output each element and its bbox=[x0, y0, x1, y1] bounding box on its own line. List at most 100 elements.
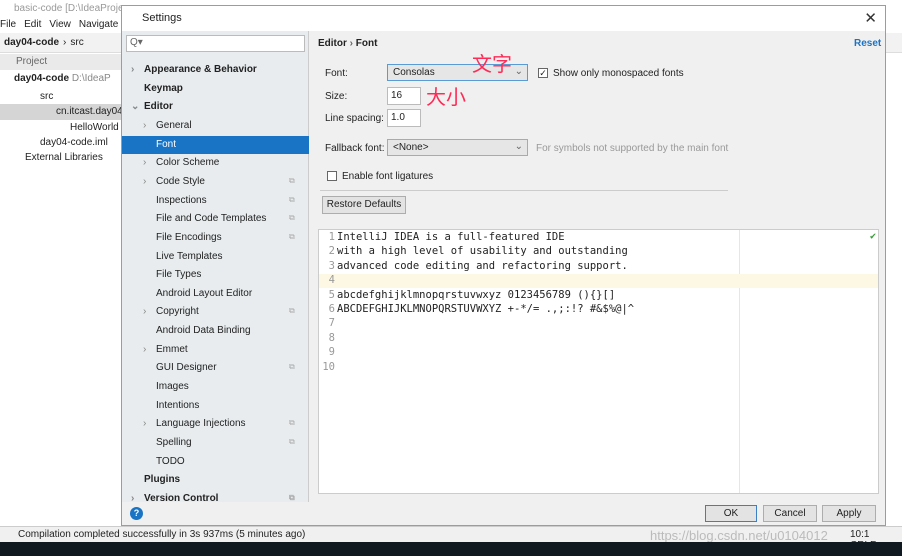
sidebar-item-label: Images bbox=[156, 381, 189, 393]
sidebar-item-editor[interactable]: ⌄ Editor bbox=[122, 98, 309, 116]
sidebar-item-label: Inspections bbox=[156, 194, 207, 206]
sidebar-item-color-scheme[interactable]: › Color Scheme bbox=[122, 154, 309, 172]
sidebar-item-label: File Types bbox=[156, 269, 202, 281]
sidebar-item-inspections[interactable]: Inspections ⧉ bbox=[122, 192, 309, 210]
line-number: 10 bbox=[322, 360, 335, 373]
fallback-select[interactable]: <None> ⌄ bbox=[387, 139, 528, 156]
sidebar-item-todo[interactable]: TODO bbox=[122, 453, 309, 471]
size-label: Size: bbox=[325, 91, 348, 102]
project-scope-icon: ⧉ bbox=[289, 362, 295, 372]
sidebar-item-label: Copyright bbox=[156, 306, 199, 318]
help-icon[interactable]: ? bbox=[130, 507, 143, 520]
chevron-right-icon[interactable]: › bbox=[143, 157, 146, 168]
sidebar-item-gui-designer[interactable]: GUI Designer ⧉ bbox=[122, 359, 309, 377]
fallback-hint: For symbols not supported by the main fo… bbox=[536, 143, 729, 154]
line-spacing-input[interactable]: 1.0 bbox=[387, 109, 421, 127]
preview-text: with a high level of usability and outst… bbox=[337, 245, 628, 258]
tree-item[interactable]: cn.itcast.day04. bbox=[0, 104, 125, 120]
sidebar-item-live-templates[interactable]: Live Templates bbox=[122, 248, 309, 266]
sidebar-item-label: Android Layout Editor bbox=[156, 287, 253, 299]
size-input[interactable]: 16 bbox=[387, 87, 421, 105]
menu-view[interactable]: View bbox=[49, 19, 71, 33]
chevron-down-icon: ⌄ bbox=[514, 66, 523, 77]
project-panel-header[interactable]: Project bbox=[0, 54, 121, 70]
preview-line: 2 with a high level of usability and outs… bbox=[319, 245, 878, 259]
preview-line: 6 ABCDEFGHIJKLMNOPQRSTUVWXYZ +-*/= .,;:!?… bbox=[319, 303, 878, 317]
chevron-right-icon[interactable]: › bbox=[131, 493, 134, 504]
sidebar-item-label: File Encodings bbox=[156, 231, 222, 243]
sidebar-item-font[interactable]: Font bbox=[122, 135, 309, 154]
chevron-right-icon[interactable]: › bbox=[143, 418, 146, 429]
crumb-src[interactable]: src bbox=[70, 37, 83, 52]
sidebar-item-label: Color Scheme bbox=[156, 157, 220, 169]
font-settings-panel: Editor › Font Reset Font: Consolas ⌄ ✓ Sh… bbox=[310, 31, 886, 502]
settings-dialog: Settings ✕ Q▾ › Appearance & Behavior Keym… bbox=[121, 5, 886, 526]
chevron-down-icon[interactable]: ⌄ bbox=[131, 101, 139, 112]
sidebar-item-file-encodings[interactable]: File Encodings ⧉ bbox=[122, 229, 309, 247]
search-input[interactable]: Q▾ bbox=[126, 35, 305, 52]
sidebar-item-android-data-binding[interactable]: Android Data Binding bbox=[122, 322, 309, 340]
preview-line: 8 bbox=[319, 332, 878, 346]
sidebar-item-label: Intentions bbox=[156, 399, 200, 411]
project-scope-icon: ⧉ bbox=[289, 437, 295, 446]
sidebar-item-appearance-behavior[interactable]: › Appearance & Behavior bbox=[122, 61, 309, 79]
sidebar-item-label: General bbox=[156, 119, 192, 131]
tree-item[interactable]: HelloWorld bbox=[70, 122, 119, 133]
line-number: 8 bbox=[328, 331, 335, 344]
close-icon[interactable]: ✕ bbox=[864, 9, 877, 27]
watermark: https://blog.csdn.net/u0104012 bbox=[650, 528, 828, 543]
preview-text: abcdefghijklmnopqrstuvwxyz 0123456789 ()… bbox=[337, 288, 616, 301]
sidebar-item-emmet[interactable]: › Emmet bbox=[122, 341, 309, 359]
sidebar-item-copyright[interactable]: › Copyright ⧉ bbox=[122, 303, 309, 321]
taskbar bbox=[0, 542, 902, 556]
sidebar-item-general[interactable]: › General bbox=[122, 117, 309, 135]
preview-line: 3 advanced code editing and refactoring s… bbox=[319, 260, 878, 274]
sidebar-item-language-injections[interactable]: › Language Injections ⧉ bbox=[122, 415, 309, 433]
sidebar-item-plugins[interactable]: Plugins bbox=[122, 471, 309, 489]
chevron-right-icon[interactable]: › bbox=[143, 344, 146, 355]
sidebar-item-file-types[interactable]: File Types bbox=[122, 266, 309, 284]
sidebar-item-intentions[interactable]: Intentions bbox=[122, 397, 309, 415]
sidebar-item-images[interactable]: Images bbox=[122, 378, 309, 396]
line-spacing-label: Line spacing: bbox=[325, 113, 384, 124]
chevron-right-icon[interactable]: › bbox=[131, 64, 134, 75]
chevron-right-icon[interactable]: › bbox=[143, 120, 146, 131]
sidebar-item-code-style[interactable]: › Code Style ⧉ bbox=[122, 173, 309, 191]
crumb-project[interactable]: day04-code bbox=[4, 37, 59, 52]
sidebar-item-spelling[interactable]: Spelling ⧉ bbox=[122, 434, 309, 452]
tree-item[interactable]: day04-code.iml bbox=[40, 137, 108, 148]
sidebar-item-label: Live Templates bbox=[156, 250, 223, 262]
sidebar-item-label: Version Control bbox=[144, 492, 219, 504]
font-preview-editor[interactable]: ✔ 1 IntelliJ IDEA is a full-featured IDE 2… bbox=[318, 229, 879, 494]
sidebar-item-keymap[interactable]: Keymap bbox=[122, 80, 309, 98]
sidebar-item-version-control[interactable]: › Version Control ⧉ bbox=[122, 490, 309, 508]
chevron-down-icon: ⌄ bbox=[514, 141, 523, 152]
ligatures-checkbox[interactable] bbox=[327, 171, 337, 181]
project-scope-icon: ⧉ bbox=[289, 492, 295, 502]
preview-line: 9 bbox=[319, 346, 878, 360]
apply-button[interactable]: Apply bbox=[822, 505, 876, 522]
chevron-right-icon[interactable]: › bbox=[143, 306, 146, 317]
sidebar-item-label: TODO bbox=[156, 455, 185, 467]
monospace-label: Show only monospaced fonts bbox=[553, 68, 684, 79]
tree-item[interactable]: src bbox=[40, 91, 53, 102]
cancel-button[interactable]: Cancel bbox=[763, 505, 817, 522]
line-number: 5 bbox=[328, 288, 335, 301]
sidebar-item-android-layout-editor[interactable]: Android Layout Editor bbox=[122, 285, 309, 303]
line-number: 2 bbox=[328, 245, 335, 258]
tree-item[interactable]: External Libraries bbox=[25, 152, 103, 163]
tree-item[interactable]: day04-code D:\IdeaP bbox=[14, 73, 111, 84]
ok-button[interactable]: OK bbox=[705, 505, 757, 522]
line-number: 6 bbox=[328, 303, 335, 315]
monospace-checkbox[interactable]: ✓ bbox=[538, 68, 548, 78]
menu-edit[interactable]: Edit bbox=[24, 19, 41, 33]
settings-sidebar: Q▾ › Appearance & Behavior Keymap ⌄ Editor › G… bbox=[122, 31, 309, 504]
chevron-right-icon[interactable]: › bbox=[143, 176, 146, 187]
menu-file[interactable]: File bbox=[0, 19, 16, 33]
sidebar-item-label: File and Code Templates bbox=[156, 213, 267, 225]
dialog-title: Settings bbox=[122, 6, 885, 31]
sidebar-item-file-and-code-templates[interactable]: File and Code Templates ⧉ bbox=[122, 210, 309, 228]
menu-navigate[interactable]: Navigate bbox=[79, 19, 118, 33]
restore-defaults-button[interactable]: Restore Defaults bbox=[322, 196, 406, 214]
reset-link[interactable]: Reset bbox=[854, 38, 881, 49]
